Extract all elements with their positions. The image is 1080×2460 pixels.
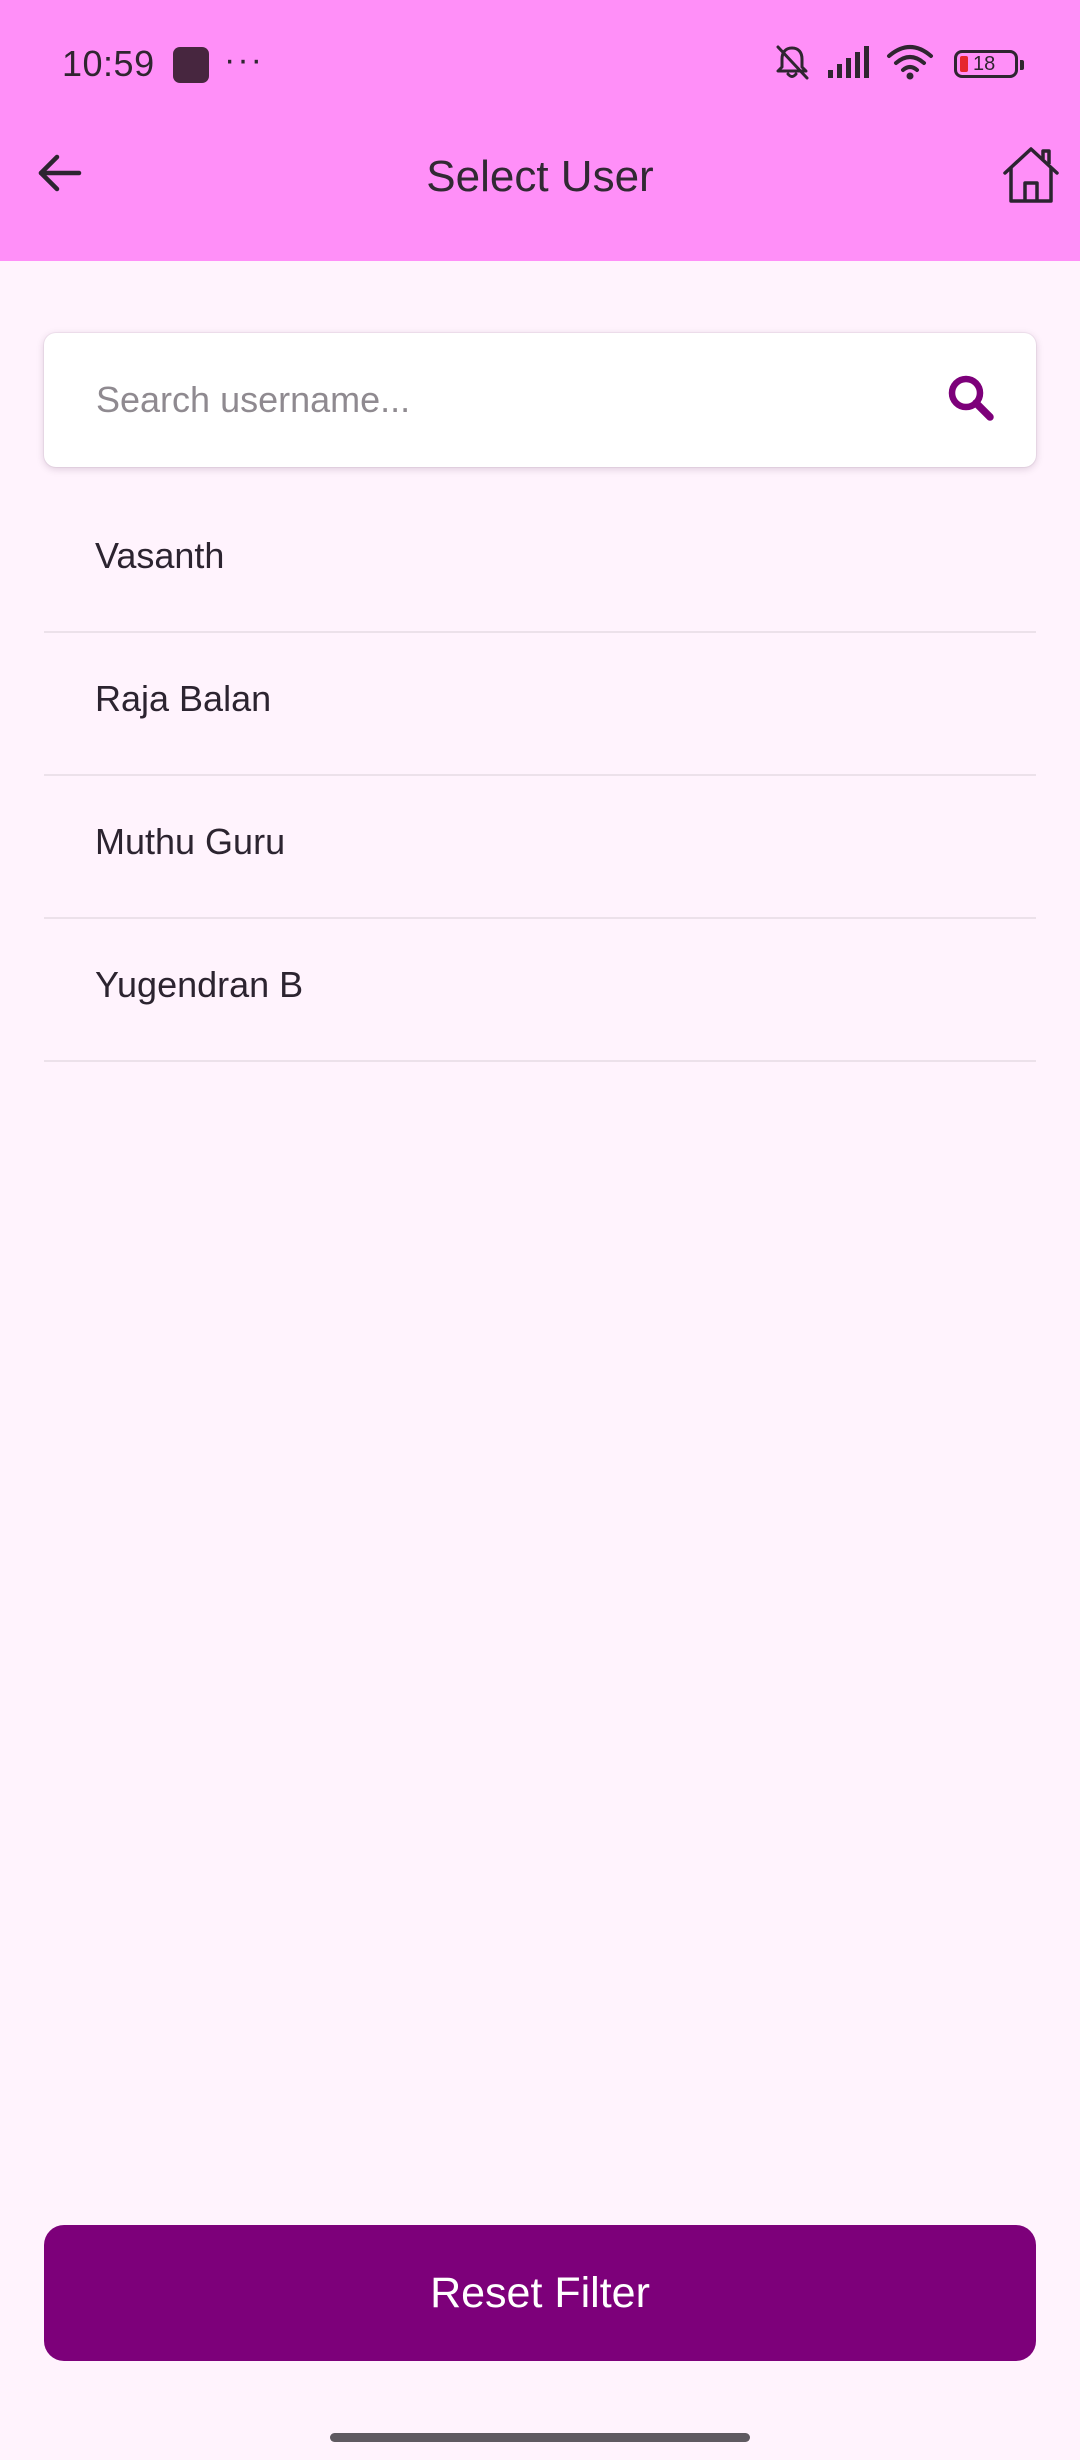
list-item[interactable]: Vasanth: [44, 490, 1036, 633]
user-name: Vasanth: [95, 535, 225, 576]
user-name: Raja Balan: [95, 678, 272, 719]
mute-bell-icon: [772, 42, 812, 87]
search-bar: [44, 333, 1036, 467]
home-button[interactable]: [990, 136, 1072, 218]
reset-filter-button[interactable]: Reset Filter: [44, 2225, 1036, 2361]
list-item[interactable]: Yugendran B: [44, 919, 1036, 1062]
cell-signal-icon: [826, 44, 872, 85]
app-bar: 10:59 ··· 18 Select User: [0, 0, 1080, 261]
status-icons: 18: [772, 42, 1024, 87]
arrow-left-icon: [35, 148, 85, 203]
user-list: Vasanth Raja Balan Muthu Guru Yugendran …: [44, 490, 1036, 1062]
more-dots-icon: ···: [224, 41, 264, 79]
battery-fill: [960, 56, 968, 72]
list-item[interactable]: Muthu Guru: [44, 776, 1036, 919]
search-input[interactable]: [96, 363, 926, 437]
page-title: Select User: [426, 152, 654, 201]
home-indicator[interactable]: [330, 2433, 750, 2442]
back-button[interactable]: [22, 137, 98, 213]
app-icon: [173, 47, 209, 83]
list-item[interactable]: Raja Balan: [44, 633, 1036, 776]
user-name: Yugendran B: [95, 964, 304, 1005]
battery-level: 18: [973, 53, 996, 75]
status-bar: 10:59 ··· 18: [0, 0, 1080, 130]
battery-icon: 18: [954, 50, 1024, 78]
search-button[interactable]: [938, 367, 1004, 433]
user-name: Muthu Guru: [95, 821, 286, 862]
wifi-icon: [886, 44, 934, 85]
home-icon: [999, 143, 1063, 212]
search-icon: [945, 372, 997, 429]
status-time: 10:59: [62, 43, 155, 84]
